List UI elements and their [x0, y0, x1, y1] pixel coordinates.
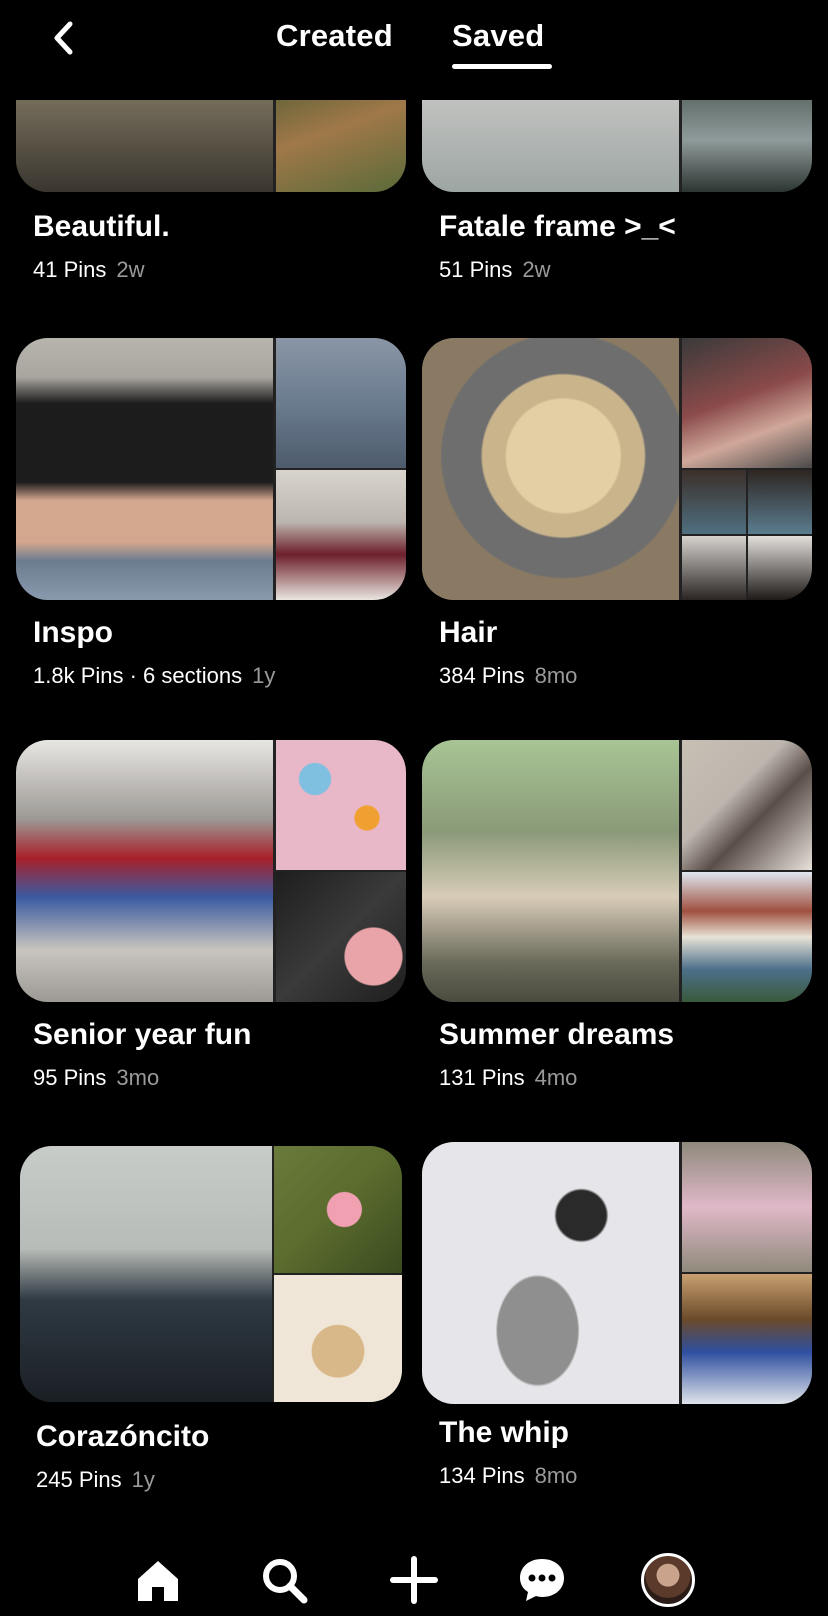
board-meta: 134 Pins 8mo — [439, 1463, 577, 1489]
search-icon — [263, 1559, 308, 1604]
cover-image-large — [422, 338, 679, 600]
cover-image-large — [16, 338, 273, 600]
board-meta: 51 Pins 2w — [439, 257, 551, 283]
board-title: Senior year fun — [33, 1018, 252, 1051]
active-tab-indicator — [452, 64, 552, 69]
cover-image-bottom — [276, 470, 406, 600]
cover-image-bottom — [682, 1274, 812, 1404]
board-title: Beautiful. — [33, 210, 170, 243]
board-age: 2w — [116, 257, 145, 282]
top-bar: Created Saved — [0, 0, 828, 100]
bottom-nav — [0, 1530, 828, 1616]
cover-image-bottom — [274, 1275, 402, 1402]
board-cover — [422, 1142, 812, 1404]
cover-image-top — [682, 338, 812, 468]
board-title: The whip — [439, 1416, 569, 1449]
cover-image-top — [274, 1146, 402, 1273]
board-cover — [422, 338, 812, 600]
board-cover — [16, 338, 406, 600]
chat-bubble-icon — [520, 1559, 564, 1601]
cover-image-large — [422, 1142, 679, 1404]
board-title: Summer dreams — [439, 1018, 675, 1051]
profile-avatar — [641, 1553, 695, 1607]
cover-image-grid-4 — [748, 536, 812, 600]
cover-image-top — [682, 740, 812, 870]
board-age: 2w — [522, 257, 551, 282]
board-title: Corazóncito — [36, 1420, 210, 1453]
tab-created[interactable]: Created — [276, 18, 393, 54]
pin-count: 134 Pins — [439, 1463, 525, 1488]
board-age: 1y — [252, 663, 276, 688]
board-age: 4mo — [534, 1065, 578, 1090]
back-button[interactable] — [44, 18, 84, 58]
pin-count: 384 Pins — [439, 663, 525, 688]
board-meta: 131 Pins 4mo — [439, 1065, 577, 1091]
board-cover — [422, 740, 812, 1002]
nav-create[interactable] — [386, 1552, 442, 1608]
tab-saved[interactable]: Saved — [452, 18, 544, 54]
board-meta: 1.8k Pins · 6 sections 1y — [33, 663, 275, 689]
home-icon — [138, 1561, 178, 1601]
board-meta: 245 Pins 1y — [36, 1467, 155, 1493]
board-cover — [20, 1146, 402, 1402]
pin-count: 245 Pins — [36, 1467, 122, 1492]
board-age: 1y — [131, 1467, 155, 1492]
board-title: Fatale frame >_< — [439, 210, 676, 243]
nav-messages[interactable] — [514, 1552, 570, 1608]
board-age: 8mo — [534, 663, 578, 688]
board-age: 8mo — [534, 1463, 578, 1488]
cover-image-top — [276, 338, 406, 468]
board-meta: 41 Pins 2w — [33, 257, 145, 283]
cover-image-top — [682, 1142, 812, 1272]
cover-image-bottom — [276, 872, 406, 1002]
pin-count: 131 Pins — [439, 1065, 525, 1090]
cover-image-large — [422, 740, 679, 1002]
board-cover — [16, 740, 406, 1002]
chevron-left-icon — [54, 21, 73, 55]
pin-count: 95 Pins — [33, 1065, 107, 1090]
cover-image-top — [276, 740, 406, 870]
cover-image-grid-2 — [748, 470, 812, 534]
cover-image-large — [16, 740, 273, 1002]
board-title: Hair — [439, 616, 498, 649]
board-meta: 95 Pins 3mo — [33, 1065, 159, 1091]
pin-count: 1.8k Pins · 6 sections — [33, 663, 243, 688]
pin-count: 41 Pins — [33, 257, 107, 282]
cover-image-grid-3 — [682, 536, 746, 600]
board-meta: 384 Pins 8mo — [439, 663, 577, 689]
cover-image-large — [20, 1146, 272, 1402]
cover-image-bottom — [682, 872, 812, 1002]
board-title: Inspo — [33, 616, 113, 649]
pin-count: 51 Pins — [439, 257, 513, 282]
board-age: 3mo — [116, 1065, 160, 1090]
nav-profile[interactable] — [640, 1552, 696, 1608]
nav-search[interactable] — [256, 1552, 312, 1608]
cover-image-grid-1 — [682, 470, 746, 534]
nav-home[interactable] — [130, 1552, 186, 1608]
plus-icon — [390, 1556, 438, 1604]
